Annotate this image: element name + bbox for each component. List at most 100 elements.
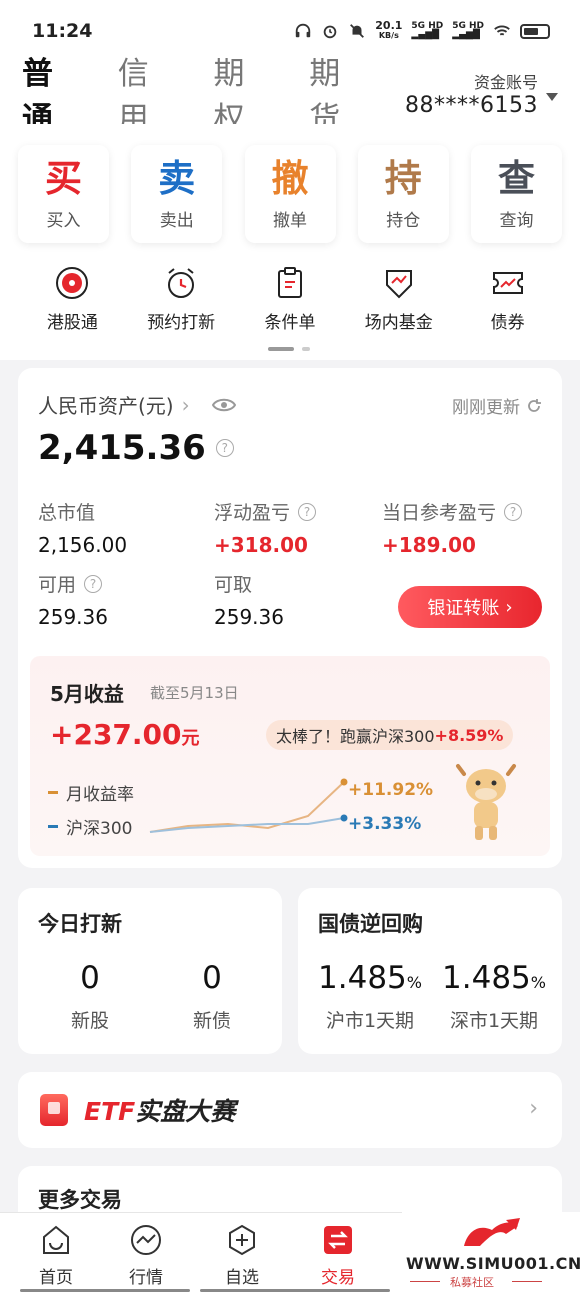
etf-contest-banner[interactable]: ETF实盘大赛 ›: [18, 1072, 562, 1148]
help-icon[interactable]: ?: [504, 502, 523, 521]
hk-flower-icon: [56, 267, 89, 299]
sz-repo-rate: 1.485: [442, 960, 531, 996]
sz-repo-label: 深市1天期: [449, 1010, 539, 1032]
nav-trade[interactable]: 交易: [298, 1223, 378, 1288]
help-icon[interactable]: ?: [298, 502, 317, 521]
status-time: 11:24: [32, 20, 93, 42]
quick-trade-buttons: 买 买入 卖 卖出 撤 撤单 持 持仓 查 查询: [18, 145, 562, 243]
watchlist-icon: [229, 1224, 255, 1256]
chevron-right-icon: ›: [505, 596, 513, 618]
chevron-right-icon: ›: [181, 392, 190, 417]
withdrawable-value: 259.36: [214, 605, 284, 629]
sh-repo-pct: %: [406, 973, 422, 992]
legend-index-swatch: [48, 825, 58, 828]
floating-pl-header: 浮动盈亏?: [214, 498, 317, 525]
nav-watchlist[interactable]: 自选: [202, 1223, 282, 1288]
sh-repo-rate: 1.485: [318, 960, 407, 996]
exchange-fund-item[interactable]: 场内基金: [344, 265, 453, 333]
cancel-order-button[interactable]: 撤 撤单: [244, 145, 336, 243]
wifi-icon: [494, 25, 510, 36]
nav-home[interactable]: 首页: [16, 1223, 96, 1288]
withdrawable-label: 可取: [214, 574, 253, 596]
monthly-title: 5月收益: [50, 682, 124, 706]
outperform-bubble: 太棒了！跑赢沪深300 +8.59%: [266, 720, 514, 750]
new-stock-count: 0: [80, 960, 100, 996]
help-icon[interactable]: ?: [215, 439, 234, 457]
hk-connect-item[interactable]: 港股通: [18, 265, 127, 333]
new-bond-label: 新债: [192, 1010, 231, 1032]
ipo-reserve-item[interactable]: 预约打新: [127, 265, 236, 333]
sh-repo-label: 沪市1天期: [325, 1010, 415, 1032]
account-type-tabs: 普通 信用 期权 期货 资金账号 88****6153: [0, 56, 580, 137]
legend-index: 沪深300: [48, 814, 132, 839]
bubble-pct: +8.59%: [434, 725, 504, 745]
bank-transfer-label: 银证转账: [427, 598, 500, 619]
nav-home-label: 首页: [39, 1268, 73, 1288]
account-label: 资金账号: [473, 72, 538, 92]
market-icon: [131, 1225, 161, 1255]
sz-repo-col[interactable]: 1.485% 深市1天期: [434, 960, 554, 1033]
ipo-title: 今日打新: [38, 912, 122, 936]
conditional-order-item[interactable]: 条件单: [236, 265, 345, 333]
return-sparkline: [149, 778, 348, 833]
floating-pl-label: 浮动盈亏: [214, 502, 291, 524]
monthly-return-panel[interactable]: 5月收益 截至5月13日 +237.00元 太棒了！跑赢沪深300 +8.59% …: [30, 656, 550, 856]
legend-index-label: 沪深300: [66, 819, 133, 839]
treasury-repo-card[interactable]: 国债逆回购 1.485% 沪市1天期 1.485% 深市1天期: [298, 888, 562, 1054]
new-bond-count: 0: [202, 960, 222, 996]
eye-icon[interactable]: [211, 397, 236, 413]
index-pct: +3.33%: [348, 814, 422, 834]
sell-label: 卖出: [159, 210, 194, 231]
signal-2: 5G HD ▂▄▆█: [452, 21, 484, 40]
ipo-reserve-label: 预约打新: [147, 313, 216, 333]
new-stock-label: 新股: [70, 1010, 109, 1032]
sparkline-return-end: [340, 778, 348, 786]
sh-repo-col[interactable]: 1.485% 沪市1天期: [310, 960, 430, 1033]
positions-button[interactable]: 持 持仓: [357, 145, 449, 243]
watermark-rule-right: [512, 1281, 542, 1282]
refresh-status[interactable]: 刚刚更新: [452, 393, 542, 418]
daily-pl-block: 当日参考盈亏? +189.00: [382, 498, 523, 557]
ipo-today-card[interactable]: 今日打新 0 新股 0 新债: [18, 888, 282, 1054]
daily-pl-label: 当日参考盈亏: [382, 502, 497, 524]
feature-icon-row: 港股通 预约打新 条件单 场内基金 债券: [18, 265, 562, 333]
refresh-label: 刚刚更新: [452, 398, 520, 418]
monthly-date: 截至5月13日: [150, 684, 239, 702]
sparkline-index-line: [149, 817, 345, 833]
buy-button[interactable]: 买 买入: [18, 145, 109, 243]
help-icon[interactable]: ?: [84, 574, 103, 593]
bank-transfer-button[interactable]: 银证转账 ›: [398, 586, 542, 628]
buy-label: 买入: [46, 210, 81, 231]
nav-market[interactable]: 行情: [106, 1223, 186, 1288]
sz-repo-rate-line: 1.485%: [434, 960, 554, 996]
sell-glyph: 卖: [158, 156, 196, 200]
new-stock-col[interactable]: 0 新股: [30, 960, 150, 1033]
account-selector[interactable]: 资金账号 88****6153: [405, 69, 558, 118]
query-button[interactable]: 查 查询: [471, 145, 562, 243]
query-glyph: 查: [498, 156, 535, 200]
monthly-return-value: +237.00元: [50, 718, 200, 751]
cow-mascot-icon: [456, 764, 516, 840]
market-value-block: 总市值 2,156.00: [38, 498, 127, 557]
chevron-right-icon: ›: [529, 1096, 538, 1121]
sell-button[interactable]: 卖 卖出: [131, 145, 223, 243]
more-title: 更多交易: [38, 1188, 122, 1212]
conditional-order-label: 条件单: [264, 313, 316, 333]
bond-label: 债券: [490, 313, 525, 333]
monthly-unit: 元: [181, 728, 200, 749]
asset-header[interactable]: 人民币资产(元) ›: [38, 390, 236, 419]
bubble-text: 太棒了！跑赢沪深300: [276, 727, 435, 746]
market-value-label: 总市值: [38, 502, 96, 524]
available-label: 可用: [38, 574, 77, 596]
bond-item[interactable]: 债券: [453, 265, 562, 333]
trade-icon: [324, 1226, 352, 1254]
battery-icon: [520, 23, 550, 39]
chevron-down-icon: [546, 92, 558, 101]
etf-title: ETF实盘大赛: [84, 1092, 235, 1128]
home-indicator: [20, 1289, 390, 1292]
new-bond-col[interactable]: 0 新债: [152, 960, 272, 1033]
positions-label: 持仓: [386, 210, 421, 231]
clipboard-icon: [277, 267, 302, 298]
etf-suffix: 实盘大赛: [135, 1097, 236, 1126]
cancel-glyph: 撤: [271, 156, 309, 200]
